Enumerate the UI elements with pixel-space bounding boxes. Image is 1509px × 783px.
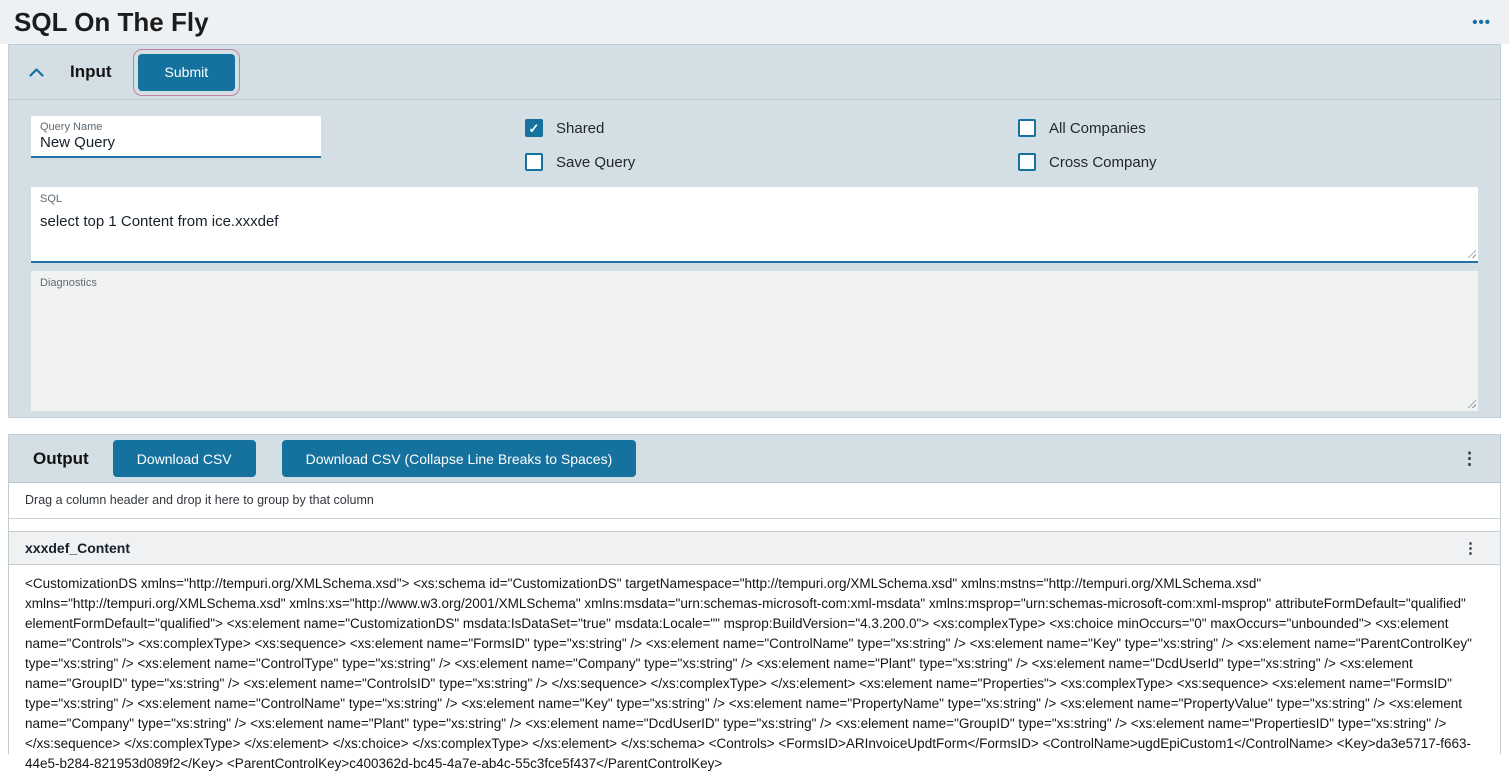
query-name-input[interactable] — [40, 134, 312, 151]
submit-button[interactable]: Submit — [132, 48, 241, 96]
grid-cell-xxxdef-content[interactable]: <CustomizationDS xmlns="http://tempuri.o… — [9, 565, 1500, 783]
download-csv-collapse-button[interactable]: Download CSV (Collapse Line Breaks to Sp… — [281, 440, 637, 477]
sql-input[interactable]: select top 1 Content from ice.xxxdef — [40, 213, 1469, 237]
shared-checkbox-label: Shared — [556, 119, 605, 137]
overflow-menu-icon[interactable]: ••• — [1472, 15, 1491, 30]
page-title: SQL On The Fly — [14, 7, 209, 37]
checkbox-icon — [525, 153, 543, 171]
output-panel-header: Output Download CSV Download CSV (Collap… — [9, 435, 1500, 483]
diagnostics-field: Diagnostics — [31, 271, 1478, 411]
sql-field: SQL select top 1 Content from ice.xxxdef — [31, 187, 1478, 263]
download-csv-button[interactable]: Download CSV — [112, 440, 256, 477]
all-companies-checkbox[interactable]: All Companies — [1018, 119, 1157, 137]
sql-label: SQL — [40, 193, 63, 205]
checkbox-column-2: All Companies Cross Company — [1018, 116, 1157, 187]
checkbox-column-1: Shared Save Query — [525, 116, 1018, 187]
group-by-drop-zone[interactable]: Drag a column header and drop it here to… — [9, 483, 1500, 519]
column-menu-kebab-icon[interactable]: ⋮ — [1457, 541, 1484, 556]
grid-column-header[interactable]: xxxdef_Content ⋮ — [9, 531, 1500, 565]
all-companies-checkbox-label: All Companies — [1049, 119, 1146, 137]
input-panel-header: Input Submit — [9, 45, 1500, 100]
checkbox-icon — [1018, 119, 1036, 137]
checkbox-icon — [525, 119, 543, 137]
output-panel: Output Download CSV Download CSV (Collap… — [8, 434, 1501, 783]
query-name-field: Query Name — [31, 116, 321, 158]
app-header: SQL On The Fly ••• — [0, 0, 1509, 44]
checkbox-icon — [1018, 153, 1036, 171]
cross-company-checkbox[interactable]: Cross Company — [1018, 153, 1157, 171]
column-header-label: xxxdef_Content — [25, 540, 131, 556]
diagnostics-output — [40, 297, 1469, 321]
resize-grip-icon[interactable] — [1465, 397, 1476, 408]
results-grid: xxxdef_Content ⋮ <CustomizationDS xmlns=… — [9, 531, 1500, 783]
resize-grip-icon[interactable] — [1465, 247, 1476, 258]
input-section-title: Input — [70, 62, 112, 81]
query-name-label: Query Name — [40, 121, 103, 133]
input-panel: Input Submit Query Name Shared Save Quer… — [8, 44, 1501, 418]
save-query-checkbox[interactable]: Save Query — [525, 153, 1018, 171]
input-panel-body: Query Name Shared Save Query All Compan — [9, 100, 1500, 421]
output-section-title: Output — [33, 448, 89, 468]
collapse-input-button[interactable] — [29, 67, 44, 77]
output-menu-kebab-icon[interactable]: ⋮ — [1455, 450, 1484, 467]
diagnostics-label: Diagnostics — [40, 277, 97, 289]
chevron-up-icon — [29, 67, 44, 77]
cross-company-checkbox-label: Cross Company — [1049, 153, 1157, 171]
shared-checkbox[interactable]: Shared — [525, 119, 1018, 137]
save-query-checkbox-label: Save Query — [556, 153, 636, 171]
